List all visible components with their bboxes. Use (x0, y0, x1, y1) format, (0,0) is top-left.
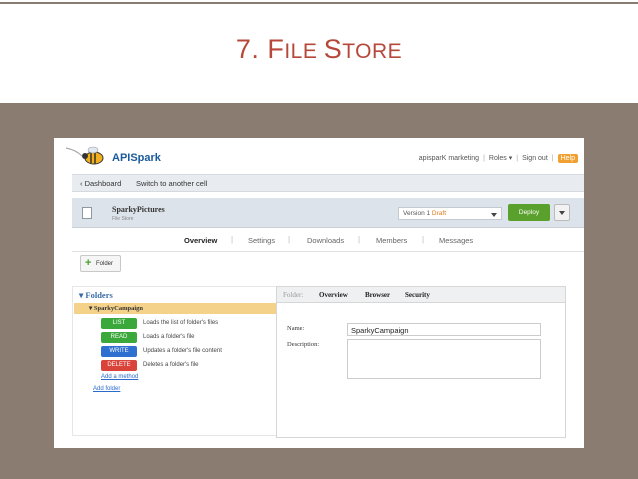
plus-icon: + (85, 257, 92, 269)
tab-downloads[interactable]: Downloads (307, 236, 344, 245)
read-method-badge[interactable]: READ (101, 332, 137, 343)
file-store-icon (82, 207, 92, 219)
detail-context-label: Folder: (283, 291, 304, 299)
detail-tabs: Folder: Overview Browser Security (277, 287, 565, 303)
detail-tab-overview[interactable]: Overview (319, 291, 348, 299)
detail-tab-security[interactable]: Security (405, 291, 430, 299)
method-description: Loads a folder's file (143, 334, 195, 340)
name-label: Name: (287, 325, 305, 332)
breadcrumb: ‹ Dashboard Switch to another cell (72, 174, 584, 192)
top-nav: apisparK marketing | Roles ▾ | Sign out | Help (419, 154, 578, 163)
folder-tree: ▾ Folders ▾ SparkyCampaign LIST Loads th… (72, 286, 278, 436)
list-method-badge[interactable]: LIST (101, 318, 137, 329)
folder-detail-panel: Folder: Overview Browser Security Name: … (276, 286, 566, 438)
app-header: APISpark apisparK marketing | Roles ▾ | Sign… (54, 138, 584, 174)
chevron-down-icon (491, 213, 497, 217)
main-tabs: Overview | Settings | Downloads | Member… (72, 228, 584, 252)
add-folder-button[interactable]: + Folder (80, 255, 121, 272)
method-description: Loads the list of folder's files (143, 320, 219, 326)
method-description: Updates a folder's file content (143, 348, 222, 354)
tree-root[interactable]: ▾ Folders (79, 290, 113, 301)
tab-overview[interactable]: Overview (184, 236, 217, 245)
add-method-link[interactable]: Add a method (101, 374, 138, 380)
roles-menu[interactable]: Roles ▾ (489, 155, 512, 162)
top-rule (0, 2, 638, 4)
slide: 7. FILE STORE APISpark apisparK marketin… (0, 0, 638, 479)
version-status: Draft (431, 210, 447, 217)
cell-name: SparkyPictures (112, 205, 165, 214)
slide-title: 7. FILE STORE (235, 34, 403, 64)
name-field[interactable]: SparkyCampaign (347, 323, 541, 336)
write-method-badge[interactable]: WRITE (101, 346, 137, 357)
app-logo-text: APISpark (112, 152, 161, 164)
tree-selected-folder[interactable]: ▾ SparkyCampaign (89, 304, 143, 312)
detail-tab-browser[interactable]: Browser (365, 291, 390, 299)
cell-bar: SparkyPictures File Store Version 1 Draf… (72, 198, 584, 228)
dashboard-link[interactable]: ‹ Dashboard (80, 179, 121, 188)
deploy-options-button[interactable] (554, 204, 570, 221)
deploy-button[interactable]: Deploy (508, 204, 550, 221)
help-button[interactable]: Help (557, 154, 578, 163)
add-folder-link[interactable]: Add folder (93, 386, 120, 392)
add-folder-button-label: Folder (96, 261, 114, 267)
sign-out-link[interactable]: Sign out (522, 155, 548, 162)
chevron-down-icon (559, 211, 565, 215)
app-screenshot: APISpark apisparK marketing | Roles ▾ | Sign… (54, 138, 584, 448)
method-description: Deletes a folder's file (143, 362, 199, 368)
description-label: Description: (287, 341, 320, 348)
account-link[interactable]: apisparK marketing (419, 155, 479, 162)
cell-type: File Store (112, 216, 134, 222)
bee-logo-icon (65, 146, 104, 165)
delete-method-badge[interactable]: DELETE (101, 360, 137, 371)
description-field[interactable] (347, 339, 541, 379)
version-select[interactable]: Version 1 Draft (398, 207, 502, 220)
tab-messages[interactable]: Messages (439, 236, 473, 245)
switch-cell-link[interactable]: Switch to another cell (136, 179, 207, 188)
tab-members[interactable]: Members (376, 236, 407, 245)
tab-settings[interactable]: Settings (248, 236, 275, 245)
